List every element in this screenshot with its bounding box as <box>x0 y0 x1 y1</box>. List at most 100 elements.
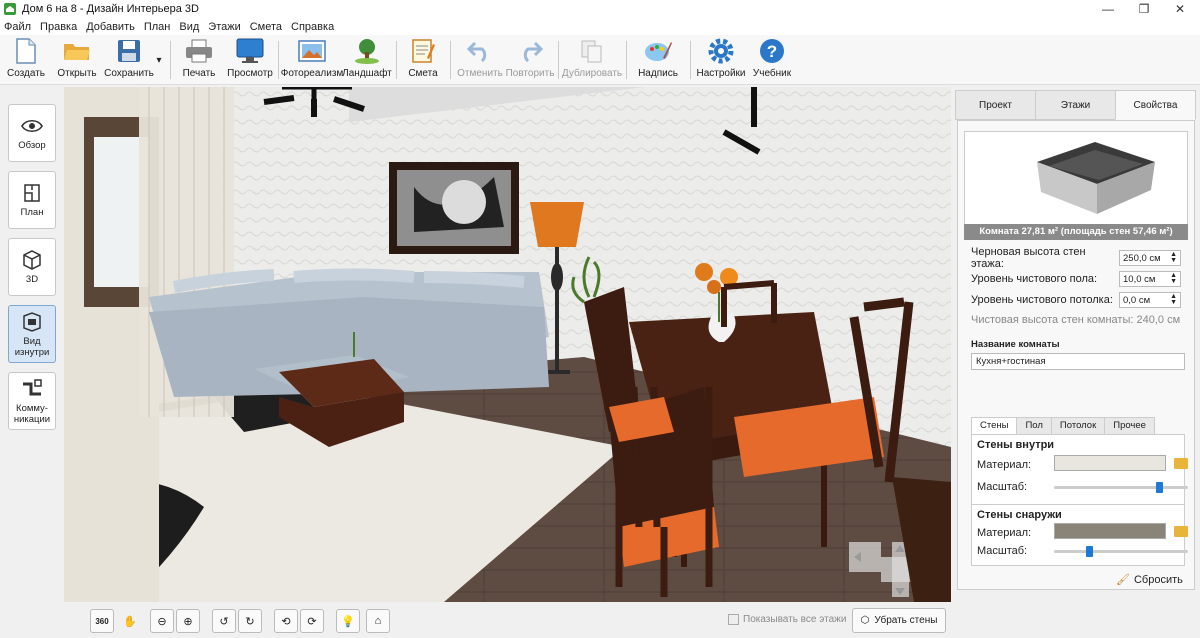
tab-floors[interactable]: Этажи <box>1035 90 1116 120</box>
undo-button[interactable]: Отменить <box>456 37 504 83</box>
create-button[interactable]: Создать <box>6 37 46 83</box>
room-box-icon <box>1037 142 1155 214</box>
settings-button[interactable]: Настройки <box>696 37 746 83</box>
show-all-floors-checkbox[interactable]: Показывать все этажи <box>728 614 846 625</box>
tilt-up-icon: ⟲ <box>281 615 291 628</box>
tab-properties[interactable]: Свойства <box>1115 90 1196 120</box>
viewport-controls-bar: 360 ✋ ⊖ ⊕ ↺ ↻ ⟲ ⟳ 💡 ⌂ Показывать все эта… <box>64 604 951 638</box>
plan-button[interactable]: План <box>8 171 56 229</box>
close-button[interactable]: ✕ <box>1160 0 1200 18</box>
redo-button[interactable]: Повторить <box>506 37 554 83</box>
rotate-360-button[interactable]: 360 <box>90 609 114 633</box>
menu-floors[interactable]: Этажи <box>208 21 240 33</box>
slider-thumb[interactable] <box>1085 546 1093 557</box>
properties-body: Комната 27,81 м² (площадь стен 57,46 м²)… <box>957 120 1195 590</box>
menu-plan[interactable]: План <box>144 21 171 33</box>
menu-estimate[interactable]: Смета <box>250 21 282 33</box>
svg-text:?: ? <box>767 42 777 61</box>
landscape-button[interactable]: Ландшафт <box>342 37 392 83</box>
spinner-arrows-icon[interactable]: ▲ ▼ <box>1170 293 1177 306</box>
reset-button[interactable]: 🖌 Сбросить <box>1116 573 1183 587</box>
estimate-button[interactable]: Смета <box>404 37 442 83</box>
photorealism-button[interactable]: Фотореализм <box>281 37 343 83</box>
caption-button[interactable]: Надпись <box>636 37 680 83</box>
copy-icon <box>578 37 606 65</box>
surface-subtabs: Стены Пол Потолок Прочее <box>971 417 1185 435</box>
slider-thumb[interactable] <box>1155 482 1163 493</box>
subtab-walls[interactable]: Стены <box>971 417 1018 435</box>
subtab-floor[interactable]: Пол <box>1016 417 1052 435</box>
save-dropdown-arrow-icon[interactable]: ▾ <box>154 37 164 83</box>
zoom-in-button[interactable]: ⊕ <box>176 609 200 633</box>
zoom-in-icon: ⊕ <box>183 615 193 628</box>
undo-icon <box>466 37 494 65</box>
tab-project[interactable]: Проект <box>955 90 1036 120</box>
communications-button[interactable]: Комму-никации <box>8 372 56 430</box>
menu-help[interactable]: Справка <box>291 21 334 33</box>
home-view-button[interactable]: ⌂ <box>366 609 390 633</box>
spinner-arrows-icon[interactable]: ▲ ▼ <box>1170 251 1177 264</box>
spinner-arrows-icon[interactable]: ▲ ▼ <box>1170 272 1177 285</box>
overview-button[interactable]: Обзор <box>8 104 56 162</box>
rough-height-input[interactable]: 250,0 см ▲ ▼ <box>1119 250 1181 266</box>
tutorial-button[interactable]: ? Учебник <box>750 37 794 83</box>
3d-viewport[interactable] <box>64 87 951 602</box>
window-title: Дом 6 на 8 - Дизайн Интерьера 3D <box>22 3 199 15</box>
zoom-out-button[interactable]: ⊖ <box>150 609 174 633</box>
outside-scale-slider[interactable] <box>1054 546 1188 557</box>
notepad-icon <box>409 37 437 65</box>
menu-add[interactable]: Добавить <box>86 21 135 33</box>
floor-plan-icon <box>24 184 40 202</box>
checkbox-box <box>728 614 739 625</box>
view-mode-sidebar: Обзор План 3D Вид изнутри Комму-никации <box>0 87 62 638</box>
floor-level-input[interactable]: 10,0 см ▲ ▼ <box>1119 271 1181 287</box>
pan-hand-button[interactable]: ✋ <box>118 609 142 633</box>
rough-height-row: Черновая высота стен этажа: 250,0 см ▲ ▼ <box>971 246 1181 270</box>
tilt-up-button[interactable]: ⟲ <box>274 609 298 633</box>
rotate-right-button[interactable]: ↻ <box>238 609 262 633</box>
open-button[interactable]: Открыть <box>56 37 98 83</box>
outside-material-swatch[interactable] <box>1054 523 1166 539</box>
room-name-input[interactable]: Кухня+гостиная <box>971 353 1185 370</box>
subtab-ceiling[interactable]: Потолок <box>1050 417 1106 435</box>
ceiling-level-input[interactable]: 0,0 см ▲ ▼ <box>1119 292 1181 308</box>
walls-inside-group: Стены внутри Материал: Масштаб: <box>971 434 1188 506</box>
minimize-button[interactable]: — <box>1088 0 1128 18</box>
folder-icon[interactable] <box>1174 526 1188 537</box>
printer-icon <box>185 37 213 65</box>
light-bulb-icon: 💡 <box>341 615 355 628</box>
inside-material-swatch[interactable] <box>1054 455 1166 471</box>
cube-icon <box>23 250 41 270</box>
view-3d-button[interactable]: 3D <box>8 238 56 296</box>
save-button[interactable]: Сохранить <box>104 37 154 83</box>
folder-open-icon <box>63 37 91 65</box>
remove-walls-button[interactable]: ⬡ Убрать стены <box>852 608 946 633</box>
rotate-360-icon: 360 <box>95 616 109 626</box>
toolbar-separator <box>396 41 397 79</box>
floppy-disk-icon <box>115 37 143 65</box>
title-bar: Дом 6 на 8 - Дизайн Интерьера 3D — ❐ ✕ <box>0 0 1200 18</box>
maximize-button[interactable]: ❐ <box>1124 0 1164 18</box>
light-button[interactable]: 💡 <box>336 609 360 633</box>
toolbar: Создать Открыть Сохранить ▾ Печать Просм… <box>0 35 1200 85</box>
menu-view[interactable]: Вид <box>179 21 199 33</box>
room-interior-icon <box>23 311 41 332</box>
tilt-down-button[interactable]: ⟳ <box>300 609 324 633</box>
toolbar-separator <box>170 41 171 79</box>
subtab-other[interactable]: Прочее <box>1104 417 1155 435</box>
preview-button[interactable]: Просмотр <box>227 37 273 83</box>
rotate-left-icon: ↺ <box>219 615 229 628</box>
inside-view-button[interactable]: Вид изнутри <box>8 305 56 363</box>
print-button[interactable]: Печать <box>178 37 220 83</box>
menu-edit[interactable]: Правка <box>40 21 77 33</box>
toolbar-separator <box>278 41 279 79</box>
walls-outside-heading: Стены снаружи <box>977 509 1062 521</box>
menu-file[interactable]: Файл <box>4 21 31 33</box>
folder-icon[interactable] <box>1174 458 1188 469</box>
inside-scale-slider[interactable] <box>1054 482 1188 493</box>
panel-tabs: Проект Этажи Свойства <box>955 90 1196 120</box>
photo-icon <box>298 37 326 65</box>
duplicate-button[interactable]: Дублировать <box>562 37 622 83</box>
toolbar-separator <box>690 41 691 79</box>
rotate-left-button[interactable]: ↺ <box>212 609 236 633</box>
